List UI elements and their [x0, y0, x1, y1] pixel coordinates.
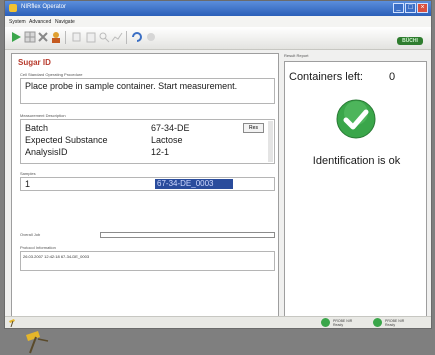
sample-number: 1 — [25, 179, 31, 189]
toolbar-separator — [126, 31, 127, 44]
menu-advanced[interactable]: Advanced — [29, 19, 51, 25]
protocol-info: 26.03.2007 12:42:18 67-34-DE_0003 — [20, 251, 275, 271]
status-bar: PROBE NIR Ready PROBE NIR Ready — [5, 316, 431, 328]
probe-small-icon — [9, 319, 15, 327]
table-row[interactable]: Expected Substance Lactose — [25, 135, 262, 145]
chart-icon[interactable] — [111, 31, 123, 43]
probe-icon — [26, 331, 49, 354]
instruction-box: Place probe in sample container. Start m… — [20, 78, 275, 104]
table-row[interactable]: Batch 67-34-DE — [25, 123, 262, 133]
sample-label: Samples — [20, 171, 36, 176]
properties-table: Batch 67-34-DE Expected Substance Lactos… — [20, 119, 275, 164]
user-icon[interactable] — [50, 31, 62, 43]
minimize-button[interactable]: _ — [393, 3, 404, 13]
delete-icon[interactable] — [37, 31, 49, 43]
table-row[interactable]: AnalysisID 12-1 — [25, 147, 262, 157]
row-value: 12-1 — [151, 147, 170, 157]
search-icon[interactable] — [98, 31, 110, 43]
menu-system[interactable]: System — [9, 19, 26, 25]
status-label: Protocol Information — [20, 245, 56, 250]
row-key: Batch — [25, 123, 49, 133]
status-ok-icon — [321, 318, 330, 327]
row-key: AnalysisID — [25, 147, 68, 157]
row-value: Lactose — [151, 135, 183, 145]
progress-bar — [100, 232, 275, 238]
copy-icon[interactable] — [71, 31, 83, 43]
page-title: Sugar ID — [18, 58, 51, 67]
status-ok-icon — [373, 318, 382, 327]
progress-label: Overall Job — [20, 232, 41, 237]
buchi-logo: BÜCHI — [397, 37, 423, 45]
help-icon[interactable] — [145, 31, 157, 43]
refresh-icon[interactable] — [131, 31, 143, 43]
containers-left: Containers left: 0 — [289, 71, 395, 83]
table-scrollbar[interactable] — [268, 121, 273, 162]
sample-id-field[interactable]: 1 67-34-DE_0003 — [20, 177, 275, 191]
containers-count: 0 — [389, 71, 396, 83]
window-title: NIRflex Operator — [21, 4, 67, 10]
app-icon — [9, 4, 17, 12]
measurement-panel: Sugar ID Cell Standard Operating Procedu… — [11, 53, 279, 354]
maximize-button[interactable]: □ — [405, 3, 416, 13]
paste-icon[interactable] — [85, 31, 97, 43]
result-text: Identification is ok — [312, 155, 401, 167]
batch-dropdown[interactable]: Res — [243, 123, 264, 133]
instruction-label: Cell Standard Operating Procedure — [20, 72, 83, 77]
status-label-2: PROBE NIR Ready — [385, 319, 405, 327]
status-label-1: PROBE NIR Ready — [333, 319, 353, 327]
row-value: 67-34-DE — [151, 123, 190, 133]
assessment-label: Measurement Description — [20, 113, 66, 118]
checkmark-icon — [336, 99, 376, 139]
play-icon[interactable] — [10, 31, 22, 43]
sample-id-selected[interactable]: 67-34-DE_0003 — [155, 179, 233, 189]
title-bar: NIRflex Operator _ □ × — [5, 1, 431, 16]
close-button[interactable]: × — [417, 3, 428, 13]
result-tab[interactable]: Result Report — [284, 53, 308, 58]
toolbar: BÜCHI — [5, 27, 431, 50]
containers-label: Containers left: — [289, 71, 363, 83]
app-window: NIRflex Operator _ □ × System Advanced N… — [4, 0, 432, 354]
toolbar-separator — [65, 31, 66, 44]
menu-bar: System Advanced Navigate — [5, 16, 431, 27]
result-panel: Containers left: 0 Identification is ok — [284, 61, 427, 317]
menu-navigate[interactable]: Navigate — [55, 19, 75, 25]
grid-icon[interactable] — [24, 31, 36, 43]
row-key: Expected Substance — [25, 135, 108, 145]
